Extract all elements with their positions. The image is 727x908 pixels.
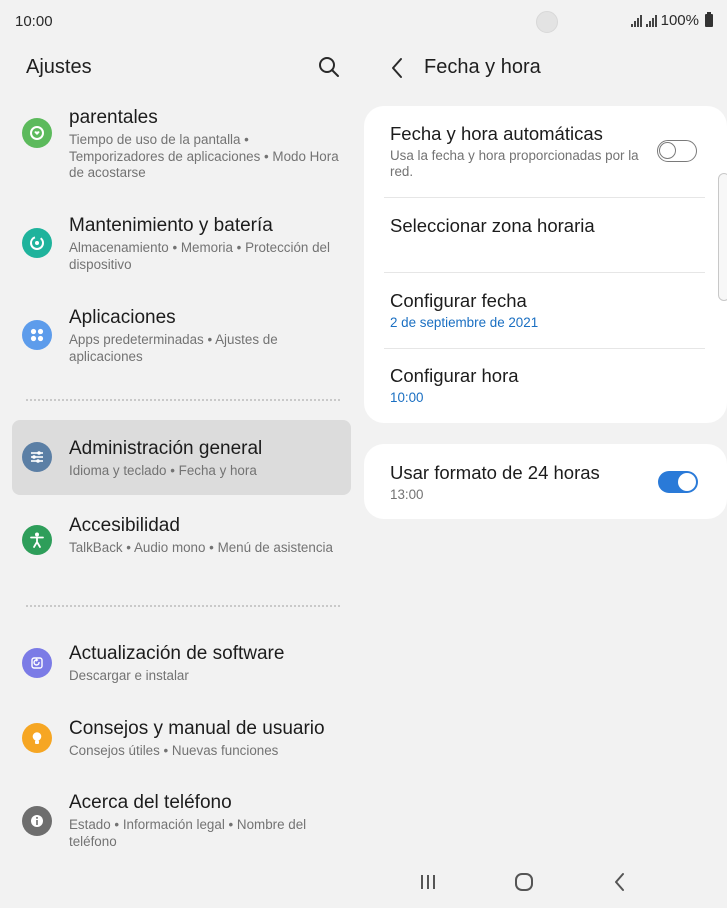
- front-camera: [536, 11, 558, 33]
- search-icon: [319, 57, 339, 77]
- device-care-icon: [22, 228, 52, 258]
- row-separator: [384, 197, 705, 198]
- digital-wellbeing-icon: [22, 118, 52, 148]
- item-subtitle: Estado • Información legal • Nombre del …: [69, 817, 307, 849]
- home-icon: [515, 873, 533, 891]
- status-time: 10:00: [15, 13, 53, 30]
- cell-signal-icon: [645, 14, 657, 27]
- general-management-icon: [22, 442, 52, 472]
- section-divider: [26, 399, 340, 401]
- back-button[interactable]: [387, 55, 409, 81]
- settings-item-software-update[interactable]: Actualización de software Descargar e in…: [12, 634, 351, 694]
- chevron-left-icon: [392, 58, 402, 78]
- status-icons: 100%: [630, 12, 713, 29]
- toggle-knob: [659, 142, 676, 159]
- item-subtitle: Apps predeterminadas • Ajustes de aplica…: [69, 332, 278, 364]
- settings-item-general-management[interactable]: Administración general Idioma y teclado …: [12, 420, 351, 495]
- set-time-value: 10:00: [390, 390, 424, 405]
- settings-list: parentales Tiempo de uso de la pantalla …: [12, 96, 352, 866]
- set-time-row[interactable]: Configurar hora 10:00: [390, 364, 705, 406]
- settings-item-digital-wellbeing[interactable]: parentales Tiempo de uso de la pantalla …: [12, 104, 351, 192]
- item-subtitle: TalkBack • Audio mono • Menú de asistenc…: [69, 540, 333, 555]
- toggle-knob: [678, 473, 696, 491]
- format-card: Usar formato de 24 horas 13:00: [364, 444, 727, 519]
- settings-item-device-care[interactable]: Mantenimiento y batería Almacenamiento •…: [12, 210, 351, 280]
- auto-datetime-subtitle: Usa la fecha y hora proporcionadas por l…: [390, 148, 639, 179]
- tips-icon: [22, 723, 52, 753]
- row-separator: [384, 348, 705, 349]
- battery-percent: 100%: [660, 12, 699, 29]
- row-separator: [384, 272, 705, 273]
- home-button[interactable]: [509, 868, 539, 896]
- settings-item-accessibility[interactable]: Accesibilidad TalkBack • Audio mono • Me…: [12, 510, 351, 580]
- item-subtitle: Consejos útiles • Nuevas funciones: [69, 743, 279, 758]
- item-title: Acerca del teléfono: [69, 792, 232, 813]
- item-subtitle: Tiempo de uso de la pantalla • Temporiza…: [69, 132, 339, 180]
- item-title: Consejos y manual de usuario: [69, 718, 325, 739]
- set-date-value: 2 de septiembre de 2021: [390, 315, 539, 330]
- item-title: parentales: [69, 107, 158, 128]
- status-bar: 10:00 100%: [0, 0, 727, 44]
- 24-hour-format-toggle[interactable]: [658, 471, 698, 493]
- about-phone-icon: [22, 806, 52, 836]
- settings-item-apps[interactable]: Aplicaciones Apps predeterminadas • Ajus…: [12, 302, 351, 372]
- set-date-row[interactable]: Configurar fecha 2 de septiembre de 2021: [390, 289, 705, 331]
- search-button[interactable]: [316, 54, 342, 80]
- edge-panel-handle[interactable]: [718, 173, 727, 301]
- auto-datetime-title: Fecha y hora automáticas: [390, 123, 603, 144]
- datetime-card: Fecha y hora automáticas Usa la fecha y …: [364, 106, 727, 423]
- settings-item-tips[interactable]: Consejos y manual de usuario Consejos út…: [12, 710, 351, 770]
- page-title: Fecha y hora: [424, 56, 541, 78]
- section-divider: [26, 605, 340, 607]
- item-subtitle: Descargar e instalar: [69, 668, 189, 683]
- wifi-signal-icon: [630, 14, 642, 27]
- back-nav-button[interactable]: [605, 868, 635, 896]
- item-title: Administración general: [69, 438, 263, 459]
- item-title: Aplicaciones: [69, 307, 176, 328]
- select-timezone-row[interactable]: Seleccionar zona horaria: [390, 214, 705, 264]
- auto-datetime-toggle[interactable]: [657, 140, 697, 162]
- apps-icon: [22, 320, 52, 350]
- item-subtitle: Almacenamiento • Memoria • Protección de…: [69, 240, 330, 272]
- set-time-title: Configurar hora: [390, 365, 519, 386]
- item-title: Actualización de software: [69, 643, 285, 664]
- set-date-title: Configurar fecha: [390, 290, 527, 311]
- item-title: Mantenimiento y batería: [69, 215, 273, 236]
- item-subtitle: Idioma y teclado • Fecha y hora: [69, 463, 257, 478]
- accessibility-icon: [22, 525, 52, 555]
- 24-hour-format-subtitle: 13:00: [390, 487, 424, 502]
- item-title: Accesibilidad: [69, 515, 180, 536]
- battery-icon: [705, 12, 713, 27]
- recent-apps-icon: [421, 875, 435, 889]
- back-icon: [615, 873, 624, 891]
- recent-apps-button[interactable]: [413, 868, 443, 896]
- settings-title: Ajustes: [26, 56, 92, 78]
- timezone-title: Seleccionar zona horaria: [390, 215, 595, 236]
- settings-item-about-phone[interactable]: Acerca del teléfono Estado • Información…: [12, 784, 351, 854]
- software-update-icon: [22, 648, 52, 678]
